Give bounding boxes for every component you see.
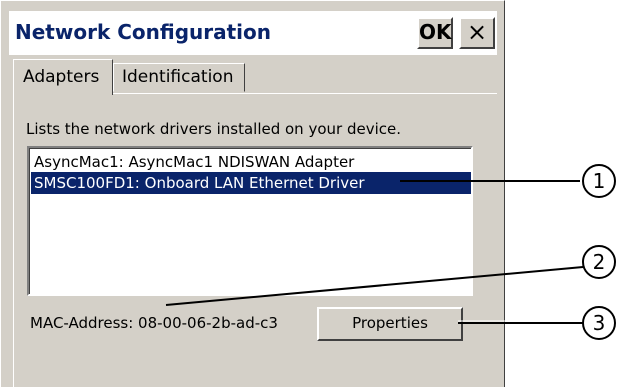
callout-3: 3 <box>582 306 616 340</box>
callout-1: 1 <box>582 164 616 198</box>
callout-2-line <box>165 266 584 306</box>
tab-adapters[interactable]: Adapters <box>13 59 113 95</box>
callout-2: 2 <box>582 245 616 279</box>
